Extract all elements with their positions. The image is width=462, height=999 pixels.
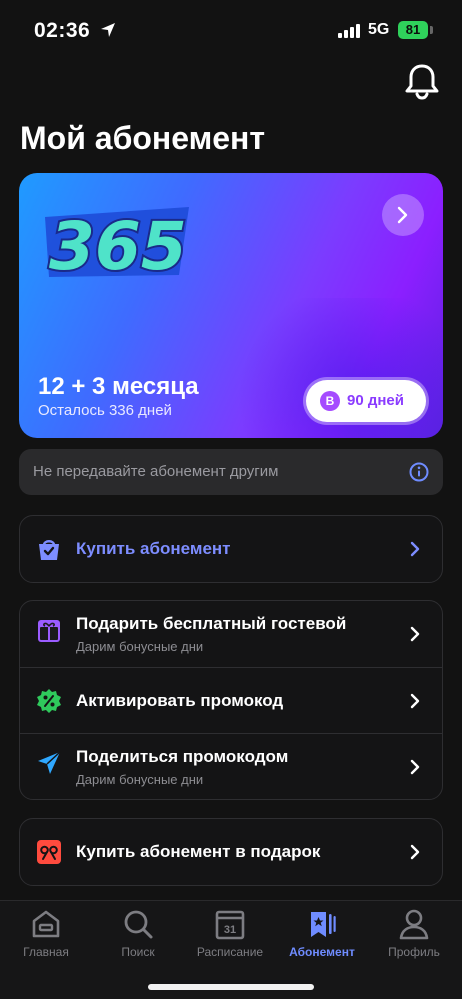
tab-subscription[interactable]: Абонемент bbox=[276, 907, 368, 967]
tab-profile[interactable]: Профиль bbox=[368, 907, 460, 967]
plan-remaining: Осталось 336 дней bbox=[38, 402, 172, 419]
calendar-day: 31 bbox=[224, 924, 236, 936]
status-bar: 02:36 5G 81 bbox=[0, 0, 462, 60]
tab-search[interactable]: Поиск bbox=[92, 907, 184, 967]
gift-guest-subtitle: Дарим бонусные дни bbox=[76, 639, 204, 654]
share-promo-subtitle: Дарим бонусные дни bbox=[76, 772, 204, 787]
cellular-signal-icon bbox=[338, 24, 360, 38]
share-promo-label: Поделиться промокодом bbox=[76, 747, 289, 766]
info-icon[interactable] bbox=[409, 462, 429, 482]
notifications-bell-icon[interactable] bbox=[404, 62, 440, 100]
tab-schedule[interactable]: 31 Расписание bbox=[184, 907, 276, 967]
gift-guest-item[interactable]: Подарить бесплатный гостевой Дарим бонус… bbox=[20, 601, 442, 667]
tab-home-label: Главная bbox=[23, 945, 69, 959]
share-promo-item[interactable]: Поделиться промокодом Дарим бонусные дни bbox=[20, 733, 442, 799]
percent-badge-icon bbox=[37, 689, 61, 713]
tab-subscription-label: Абонемент bbox=[289, 945, 355, 959]
chevron-right-icon bbox=[410, 759, 420, 775]
gift-guest-label: Подарить бесплатный гостевой bbox=[76, 614, 347, 633]
chevron-right-icon bbox=[397, 206, 408, 224]
tab-search-label: Поиск bbox=[121, 945, 155, 959]
chevron-right-icon bbox=[410, 626, 420, 642]
buy-gift-label: Купить абонемент в подарок bbox=[76, 842, 321, 861]
battery-level: 81 bbox=[398, 21, 428, 39]
logo-365: 365 bbox=[45, 206, 189, 285]
buy-subscription-label: Купить абонемент bbox=[76, 539, 231, 558]
tab-home[interactable]: Главная bbox=[0, 907, 92, 967]
chevron-right-icon bbox=[410, 693, 420, 709]
search-icon bbox=[124, 910, 153, 939]
shopping-bag-icon bbox=[39, 540, 59, 560]
profile-icon bbox=[399, 909, 429, 940]
calendar-icon: 31 bbox=[215, 910, 245, 940]
subscription-icon bbox=[311, 912, 336, 937]
chevron-right-icon bbox=[410, 844, 420, 860]
battery-tip bbox=[430, 26, 433, 34]
bonus-badge-icon: B bbox=[320, 391, 340, 411]
chevron-right-icon bbox=[410, 541, 420, 557]
subscription-card[interactable]: 365 12 + 3 месяца Осталось 336 дней B 90… bbox=[19, 173, 443, 438]
buy-gift-group: Купить абонемент в подарок bbox=[19, 818, 443, 886]
send-plane-icon bbox=[38, 751, 61, 774]
plan-title: 12 + 3 месяца bbox=[38, 373, 199, 400]
svg-text:365: 365 bbox=[49, 208, 187, 285]
notice-text: Не передавайте абонемент другим bbox=[33, 463, 279, 480]
promo-group: Подарить бесплатный гостевой Дарим бонус… bbox=[19, 600, 443, 800]
home-icon bbox=[32, 910, 60, 938]
location-arrow-icon bbox=[101, 23, 115, 37]
transfer-notice: Не передавайте абонемент другим bbox=[19, 449, 443, 495]
card-open-button[interactable] bbox=[382, 194, 424, 236]
page-title: Мой абонемент bbox=[20, 120, 266, 156]
tab-profile-label: Профиль bbox=[388, 945, 440, 959]
network-type: 5G bbox=[368, 21, 390, 38]
activate-promo-item[interactable]: Активировать промокод bbox=[20, 667, 442, 733]
bonus-days-text: 90 дней bbox=[347, 392, 404, 409]
bonus-days-badge[interactable]: B 90 дней bbox=[306, 380, 426, 422]
tab-schedule-label: Расписание bbox=[196, 945, 264, 959]
buy-gift-item[interactable]: Купить абонемент в подарок bbox=[20, 819, 442, 885]
status-time: 02:36 bbox=[34, 19, 91, 42]
home-indicator[interactable] bbox=[148, 984, 314, 990]
buy-subscription-group: Купить абонемент bbox=[19, 515, 443, 583]
gift-icon bbox=[38, 620, 60, 642]
activate-promo-label: Активировать промокод bbox=[76, 691, 284, 710]
buy-subscription-item[interactable]: Купить абонемент bbox=[20, 516, 442, 582]
gift-bow-icon bbox=[37, 840, 61, 864]
